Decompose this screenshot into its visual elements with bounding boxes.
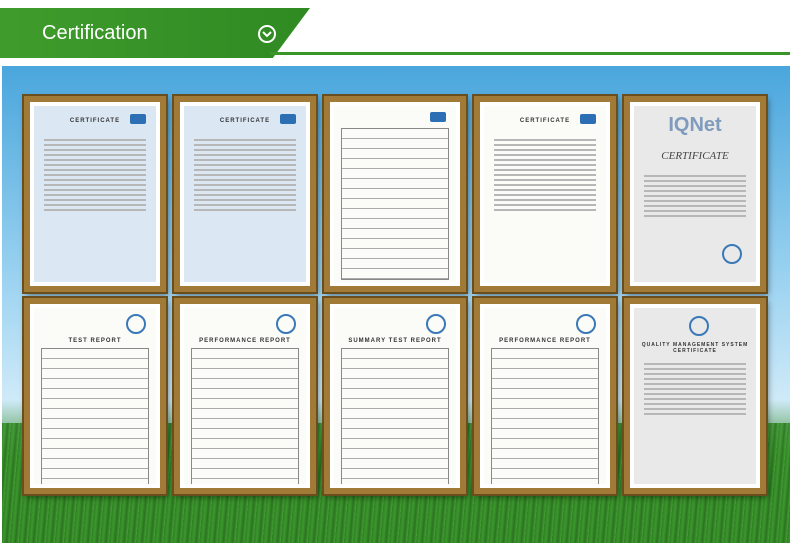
certificate-table (341, 128, 449, 280)
certificate-card[interactable]: CERTIFICATE (474, 96, 616, 292)
cma-seal-icon (426, 314, 446, 334)
section-header: Certification (0, 0, 790, 62)
certificate-text (43, 136, 147, 214)
certificate-card[interactable]: CERTIFICATE (174, 96, 316, 292)
report-table (191, 348, 299, 484)
report-table (341, 348, 449, 484)
certificate-card[interactable]: CERTIFICATE (24, 96, 166, 292)
certificate-heading: QUALITY MANAGEMENT SYSTEM CERTIFICATE (641, 342, 749, 354)
report-heading: SUMMARY TEST REPORT (348, 338, 442, 344)
certificate-page: SUMMARY TEST REPORT (334, 308, 456, 484)
certificate-card[interactable] (324, 96, 466, 292)
cma-seal-icon (126, 314, 146, 334)
certificate-page: IQNet CERTIFICATE (634, 106, 756, 282)
report-table (41, 348, 149, 484)
certificate-heading: CERTIFICATE (661, 150, 729, 162)
chevron-down-icon[interactable] (258, 25, 276, 43)
certificate-card[interactable]: SUMMARY TEST REPORT (324, 298, 466, 494)
report-heading: PERFORMANCE REPORT (499, 338, 591, 344)
section-title: Certification (42, 22, 148, 44)
report-heading: PERFORMANCE REPORT (199, 338, 291, 344)
cqc-seal-icon (689, 316, 709, 336)
certificate-page: CERTIFICATE (34, 106, 156, 282)
certificate-page: TEST REPORT (34, 308, 156, 484)
cma-seal-icon (276, 314, 296, 334)
report-table (491, 348, 599, 484)
iqnet-logo: IQNet (668, 114, 722, 136)
certificate-page (334, 106, 456, 282)
certificate-text (643, 360, 747, 418)
certificate-heading: CERTIFICATE (69, 118, 121, 124)
certificate-page: CERTIFICATE (184, 106, 306, 282)
certificate-card[interactable]: IQNet CERTIFICATE (624, 96, 766, 292)
certificate-card[interactable]: TEST REPORT (24, 298, 166, 494)
certificate-text (493, 136, 597, 214)
certificate-page: CERTIFICATE (484, 106, 606, 282)
cqc-seal-icon (722, 244, 742, 264)
certificate-heading: CERTIFICATE (219, 118, 271, 124)
cma-seal-icon (576, 314, 596, 334)
certificate-text (643, 172, 747, 220)
certificate-page: PERFORMANCE REPORT (184, 308, 306, 484)
certificate-card[interactable]: QUALITY MANAGEMENT SYSTEM CERTIFICATE (624, 298, 766, 494)
certificate-gallery: CERTIFICATE CERTIFICATE CERTIFICATE IQNe… (2, 66, 790, 543)
certificate-text (193, 136, 297, 214)
certificate-card[interactable]: PERFORMANCE REPORT (474, 298, 616, 494)
header-underline (270, 52, 790, 55)
report-heading: TEST REPORT (68, 338, 122, 344)
tuv-logo-icon (430, 112, 446, 122)
certificate-card[interactable]: PERFORMANCE REPORT (174, 298, 316, 494)
certificate-page: PERFORMANCE REPORT (484, 308, 606, 484)
certificate-page: QUALITY MANAGEMENT SYSTEM CERTIFICATE (634, 308, 756, 484)
certificate-heading: CERTIFICATE (519, 118, 571, 124)
